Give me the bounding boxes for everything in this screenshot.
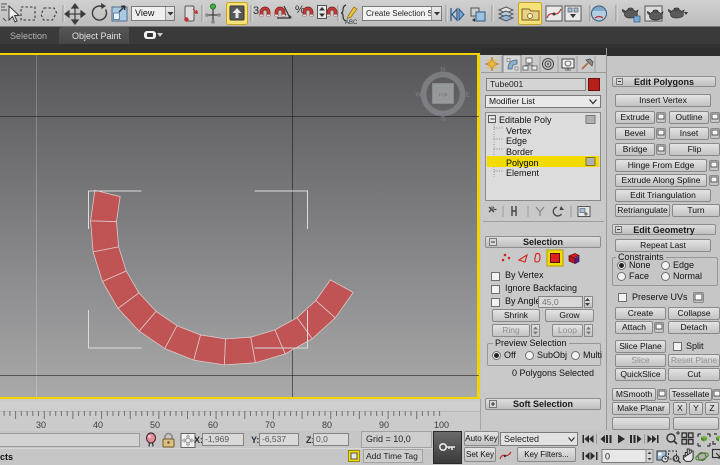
svg-text:S: S bbox=[441, 116, 446, 123]
svg-text:TOP: TOP bbox=[438, 93, 447, 98]
svg-text:0: 0 bbox=[605, 452, 610, 462]
svg-text:3: 3 bbox=[253, 5, 259, 17]
svg-text:E: E bbox=[465, 92, 470, 99]
svg-text:N: N bbox=[441, 67, 446, 74]
svg-text:W: W bbox=[415, 92, 422, 99]
svg-text:ABC: ABC bbox=[345, 20, 358, 26]
